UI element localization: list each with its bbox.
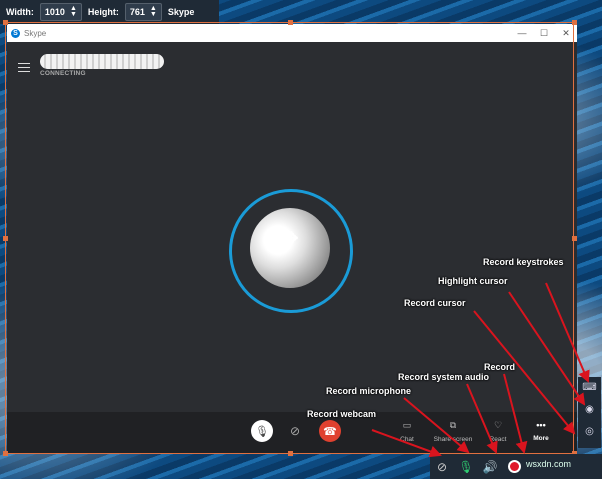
annotation-arrows <box>371 282 590 458</box>
